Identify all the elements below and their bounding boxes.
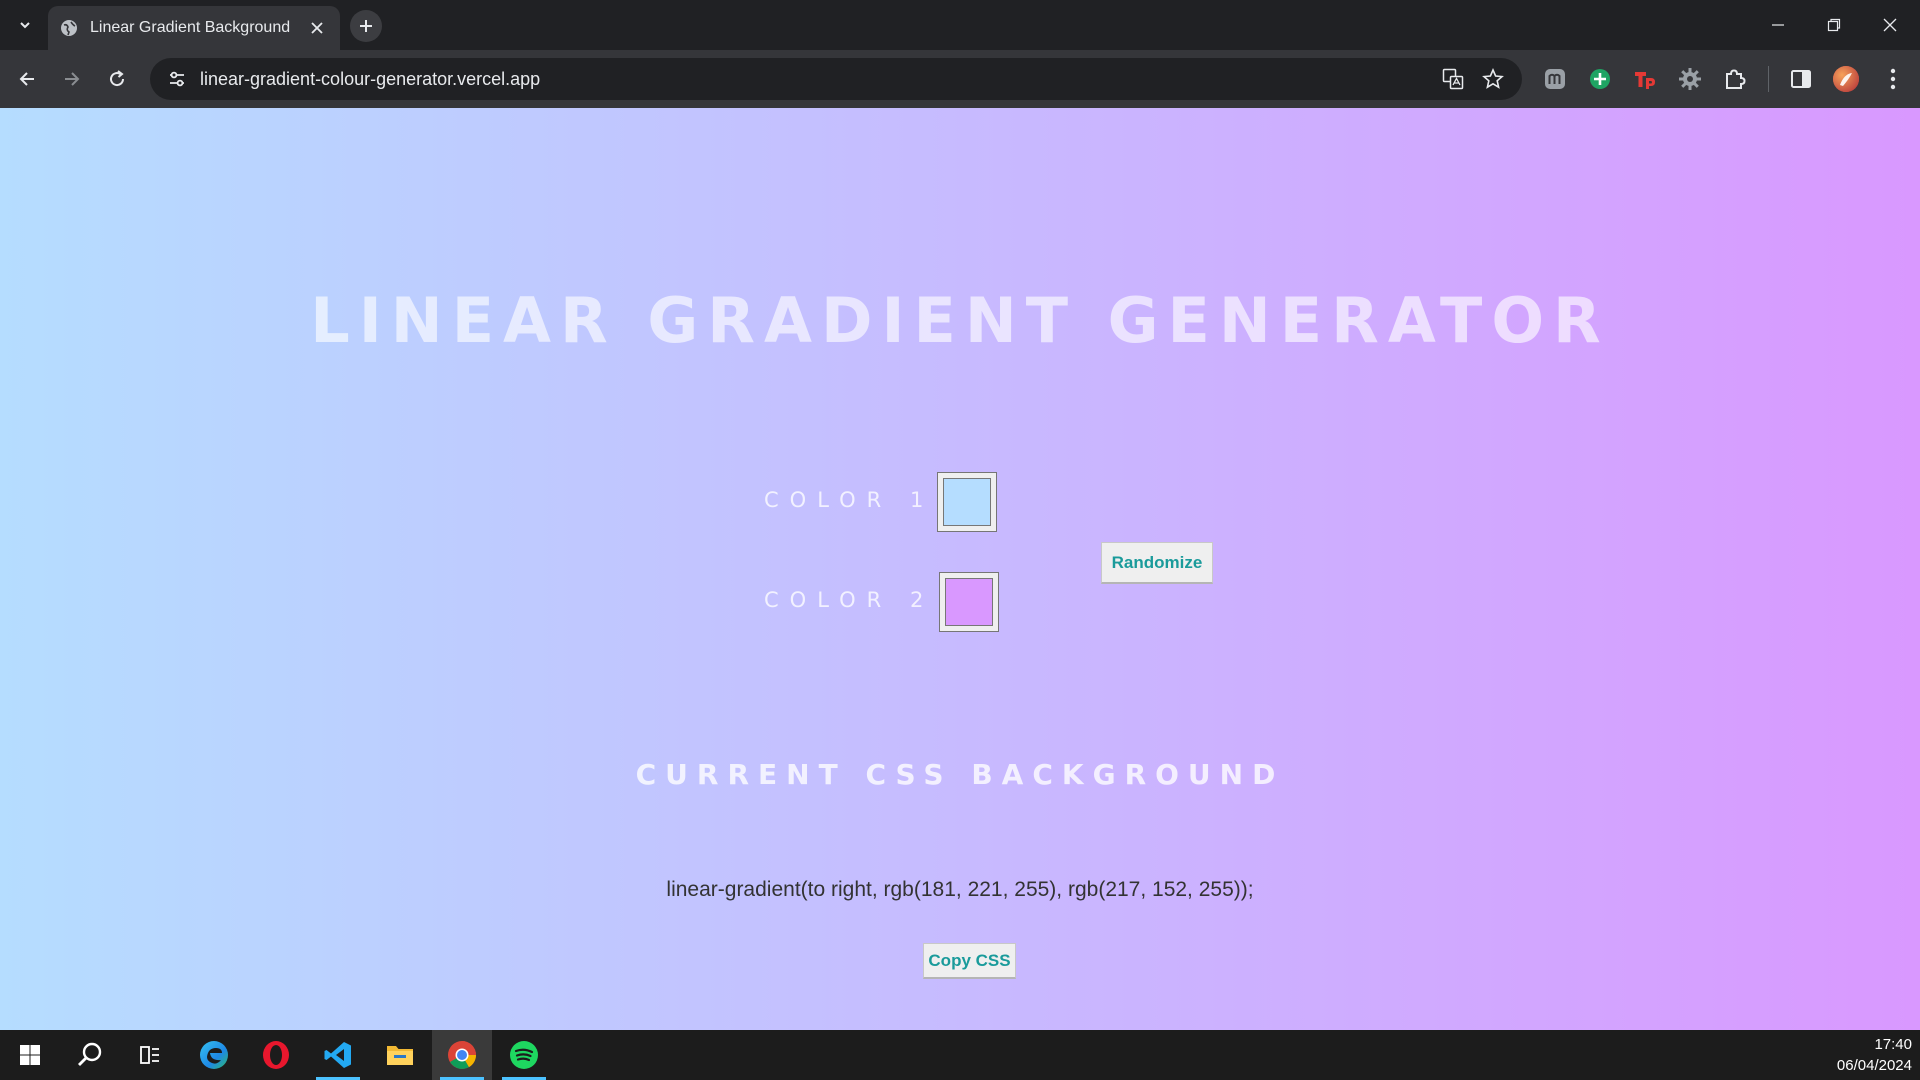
- tab-search-button[interactable]: [10, 12, 40, 38]
- minimize-button[interactable]: [1750, 0, 1806, 50]
- color1-picker[interactable]: [937, 472, 997, 532]
- edge-icon[interactable]: [186, 1030, 242, 1080]
- color2-label: COLOR 2: [764, 588, 935, 612]
- system-clock[interactable]: 17:40 06/04/2024: [1837, 1034, 1912, 1076]
- toolbar-divider: [1768, 66, 1769, 92]
- plus-icon: [360, 20, 372, 32]
- close-tab-icon[interactable]: [306, 17, 328, 39]
- minimize-icon: [1772, 24, 1784, 26]
- page-viewport: LINEAR GRADIENT GENERATOR COLOR 1 COLOR …: [0, 108, 1920, 1030]
- arrow-left-icon: [19, 72, 34, 86]
- color1-label: COLOR 1: [764, 488, 935, 512]
- copy-css-button[interactable]: Copy CSS: [923, 943, 1016, 979]
- color1-swatch: [943, 478, 991, 526]
- puzzle-extensions-icon[interactable]: [1718, 62, 1752, 96]
- forward-button[interactable]: [55, 62, 89, 96]
- url-text: linear-gradient-colour-generator.vercel.…: [200, 68, 541, 89]
- file-explorer-icon[interactable]: [372, 1030, 428, 1080]
- color2-swatch: [945, 578, 993, 626]
- restore-icon: [1827, 18, 1841, 32]
- green-plus-extension-icon[interactable]: [1583, 62, 1617, 96]
- clock-date: 06/04/2024: [1836, 1057, 1912, 1074]
- chevron-down-icon: [20, 22, 30, 29]
- search-icon[interactable]: [62, 1030, 118, 1080]
- css-background-heading: CURRENT CSS BACKGROUND: [635, 758, 1285, 791]
- close-window-button[interactable]: [1862, 0, 1918, 50]
- profile-avatar[interactable]: [1829, 62, 1863, 96]
- translate-icon[interactable]: [1438, 64, 1468, 94]
- tab-strip: Linear Gradient Background: [0, 0, 1920, 50]
- clock-time: 17:40: [1874, 1036, 1912, 1053]
- taskbar: 17:40 06/04/2024: [0, 1030, 1920, 1080]
- gear-extension-icon[interactable]: [1673, 62, 1707, 96]
- page-title: LINEAR GRADIENT GENERATOR: [310, 284, 1610, 357]
- tab-title: Linear Gradient Background: [90, 19, 291, 36]
- close-icon: [1883, 18, 1897, 32]
- css-output-text: linear-gradient(to right, rgb(181, 221, …: [666, 878, 1254, 901]
- color2-picker[interactable]: [939, 572, 999, 632]
- reload-icon: [110, 70, 125, 87]
- back-button[interactable]: [10, 62, 44, 96]
- m-extension-icon[interactable]: [1538, 62, 1572, 96]
- browser-tab[interactable]: Linear Gradient Background: [48, 6, 340, 50]
- tp-extension-icon[interactable]: [1628, 62, 1662, 96]
- bookmark-star-icon[interactable]: [1478, 64, 1508, 94]
- arrow-right-icon: [65, 72, 80, 86]
- task-view-icon[interactable]: [122, 1030, 178, 1080]
- windows-start-icon[interactable]: [2, 1030, 58, 1080]
- spotify-icon[interactable]: [496, 1030, 552, 1080]
- globe-icon: [60, 19, 78, 37]
- opera-icon[interactable]: [248, 1030, 304, 1080]
- restore-button[interactable]: [1806, 0, 1862, 50]
- randomize-button[interactable]: Randomize: [1101, 542, 1213, 584]
- new-tab-button[interactable]: [350, 10, 382, 42]
- reload-button[interactable]: [100, 62, 134, 96]
- vscode-icon[interactable]: [310, 1030, 366, 1080]
- side-panel-icon[interactable]: [1784, 62, 1818, 96]
- menu-kebab-icon[interactable]: [1876, 62, 1910, 96]
- browser-toolbar: linear-gradient-colour-generator.vercel.…: [0, 50, 1920, 108]
- site-info-icon[interactable]: [164, 66, 190, 92]
- address-bar[interactable]: linear-gradient-colour-generator.vercel.…: [150, 58, 1522, 100]
- chrome-icon[interactable]: [432, 1030, 492, 1080]
